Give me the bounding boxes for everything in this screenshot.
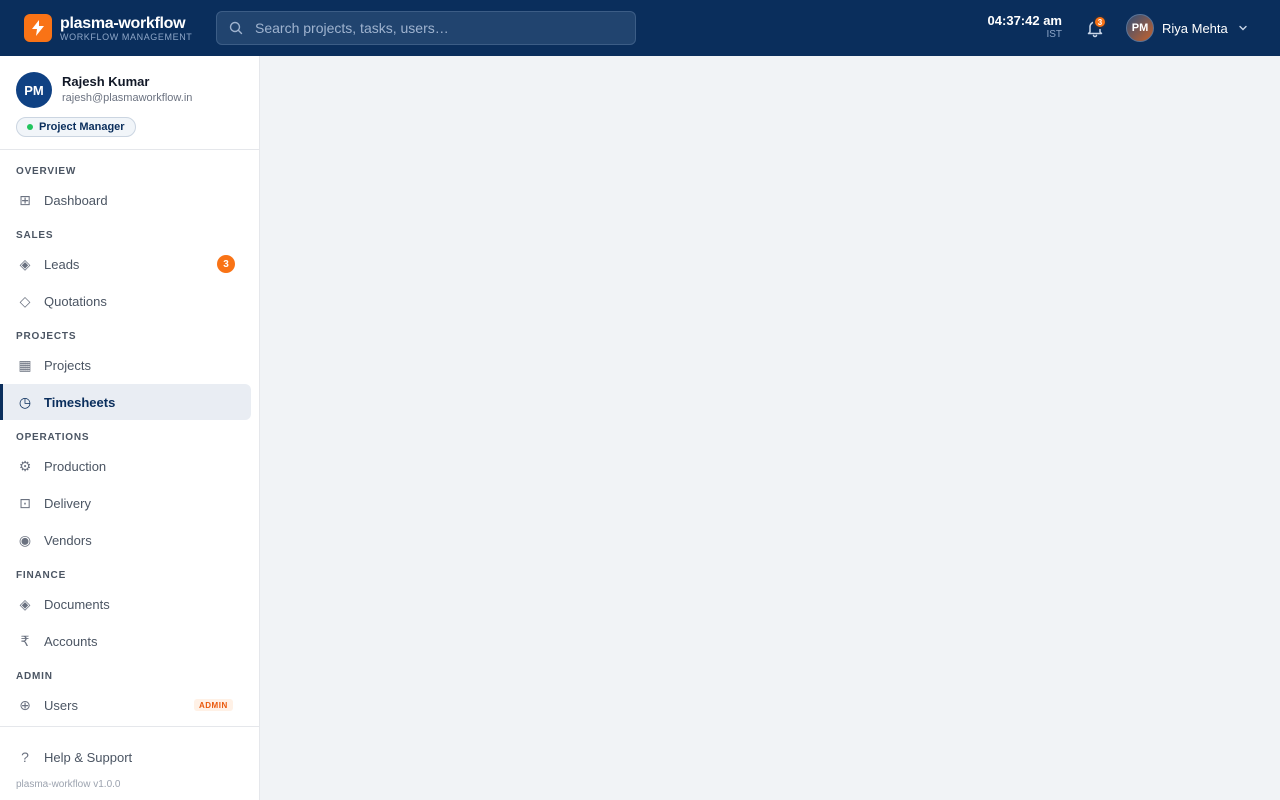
role-badge: Project Manager [16,117,136,137]
help-label: Help & Support [44,749,133,765]
brand-subtitle: WORKFLOW MANAGEMENT [60,31,193,42]
sidebar-item-quotations[interactable]: ◇ Quotations [0,283,251,319]
profile-email: rajesh@plasmaworkflow.in [62,92,193,104]
search-icon [229,21,243,35]
user-menu[interactable]: PM Riya Mehta [1126,14,1248,42]
profile-avatar: PM [16,72,52,108]
diamond-outline-icon: ◇ [19,292,31,309]
sidebar-item-label: Leads [44,256,80,272]
bolt-icon [24,14,52,42]
user-menu-name: Riya Mehta [1162,20,1228,36]
brand-name: plasma-workflow [60,14,186,32]
section-projects: PROJECTS [16,331,77,342]
diamond-icon: ◈ [19,255,31,272]
section-sales: SALES [16,230,54,241]
app-version: plasma-workflow v1.0.0 [16,779,121,790]
gear-icon: ⚙ [18,457,32,474]
main-content [260,56,1280,800]
section-overview: OVERVIEW [16,166,77,177]
grid-icon: ⊞ [19,191,31,208]
sidebar-item-label: Accounts [44,633,98,649]
clock-timezone: IST [1046,29,1062,40]
search-bar[interactable] [216,11,636,45]
board-icon: ▦ [18,356,32,373]
search-input[interactable] [255,12,625,44]
sidebar-item-accounts[interactable]: ₹ Accounts [0,623,251,659]
sidebar-item-label: Vendors [44,532,92,548]
clock: 04:37:42 am IST [988,13,1062,41]
sidebar-item-label: Dashboard [44,192,108,208]
sidebar-item-documents[interactable]: ◈ Documents [0,586,251,622]
chevron-down-icon [1239,25,1247,31]
document-icon: ◈ [19,595,31,612]
sidebar-item-label: Delivery [44,495,91,511]
sidebar-item-label: Quotations [44,293,107,309]
admin-badge: ADMIN [194,699,233,711]
rupee-icon: ₹ [20,632,30,649]
sidebar-footer: ? Help & Support plasma-workflow v1.0.0 [0,726,259,800]
box-icon: ⊡ [19,494,31,511]
sidebar-item-users[interactable]: ⊕ Users ADMIN [0,687,251,723]
sidebar-item-label: Production [44,458,107,474]
sidebar-item-production[interactable]: ⚙ Production [0,448,251,484]
sidebar-item-leads[interactable]: ◈ Leads 3 [0,246,251,282]
brand[interactable]: plasma-workflow WORKFLOW MANAGEMENT [24,14,192,42]
target-icon: ◉ [18,531,32,548]
leads-count-badge: 3 [217,255,235,273]
avatar: PM [1126,14,1154,42]
clock-icon: ◷ [18,393,32,410]
section-admin: ADMIN [16,671,53,682]
sidebar-item-label: Users [44,697,78,713]
top-bar: plasma-workflow WORKFLOW MANAGEMENT 04:3… [0,0,1280,56]
section-operations: OPERATIONS [16,432,90,443]
sidebar-item-label: Timesheets [44,394,116,410]
help-support-link[interactable]: ? Help & Support [0,739,251,775]
sidebar-item-vendors[interactable]: ◉ Vendors [0,522,251,558]
profile-name: Rajesh Kumar [62,74,150,89]
profile-card: PM Rajesh Kumar rajesh@plasmaworkflow.in… [0,56,259,150]
sidebar-item-dashboard[interactable]: ⊞ Dashboard [0,182,251,218]
sidebar-item-label: Projects [44,357,91,373]
role-label: Project Manager [39,121,125,133]
users-icon: ⊕ [19,696,31,713]
sidebar-item-timesheets[interactable]: ◷ Timesheets [0,384,251,420]
help-icon: ? [21,749,29,765]
brand-text: plasma-workflow WORKFLOW MANAGEMENT [60,15,192,42]
clock-time: 04:37:42 am [987,13,1062,28]
sidebar-item-label: Documents [44,596,110,612]
sidebar-item-projects[interactable]: ▦ Projects [0,347,251,383]
sidebar: PM Rajesh Kumar rajesh@plasmaworkflow.in… [0,56,260,800]
section-finance: FINANCE [16,570,67,581]
notification-count-badge: 3 [1093,15,1107,29]
status-dot-icon [27,124,33,130]
sidebar-item-delivery[interactable]: ⊡ Delivery [0,485,251,521]
